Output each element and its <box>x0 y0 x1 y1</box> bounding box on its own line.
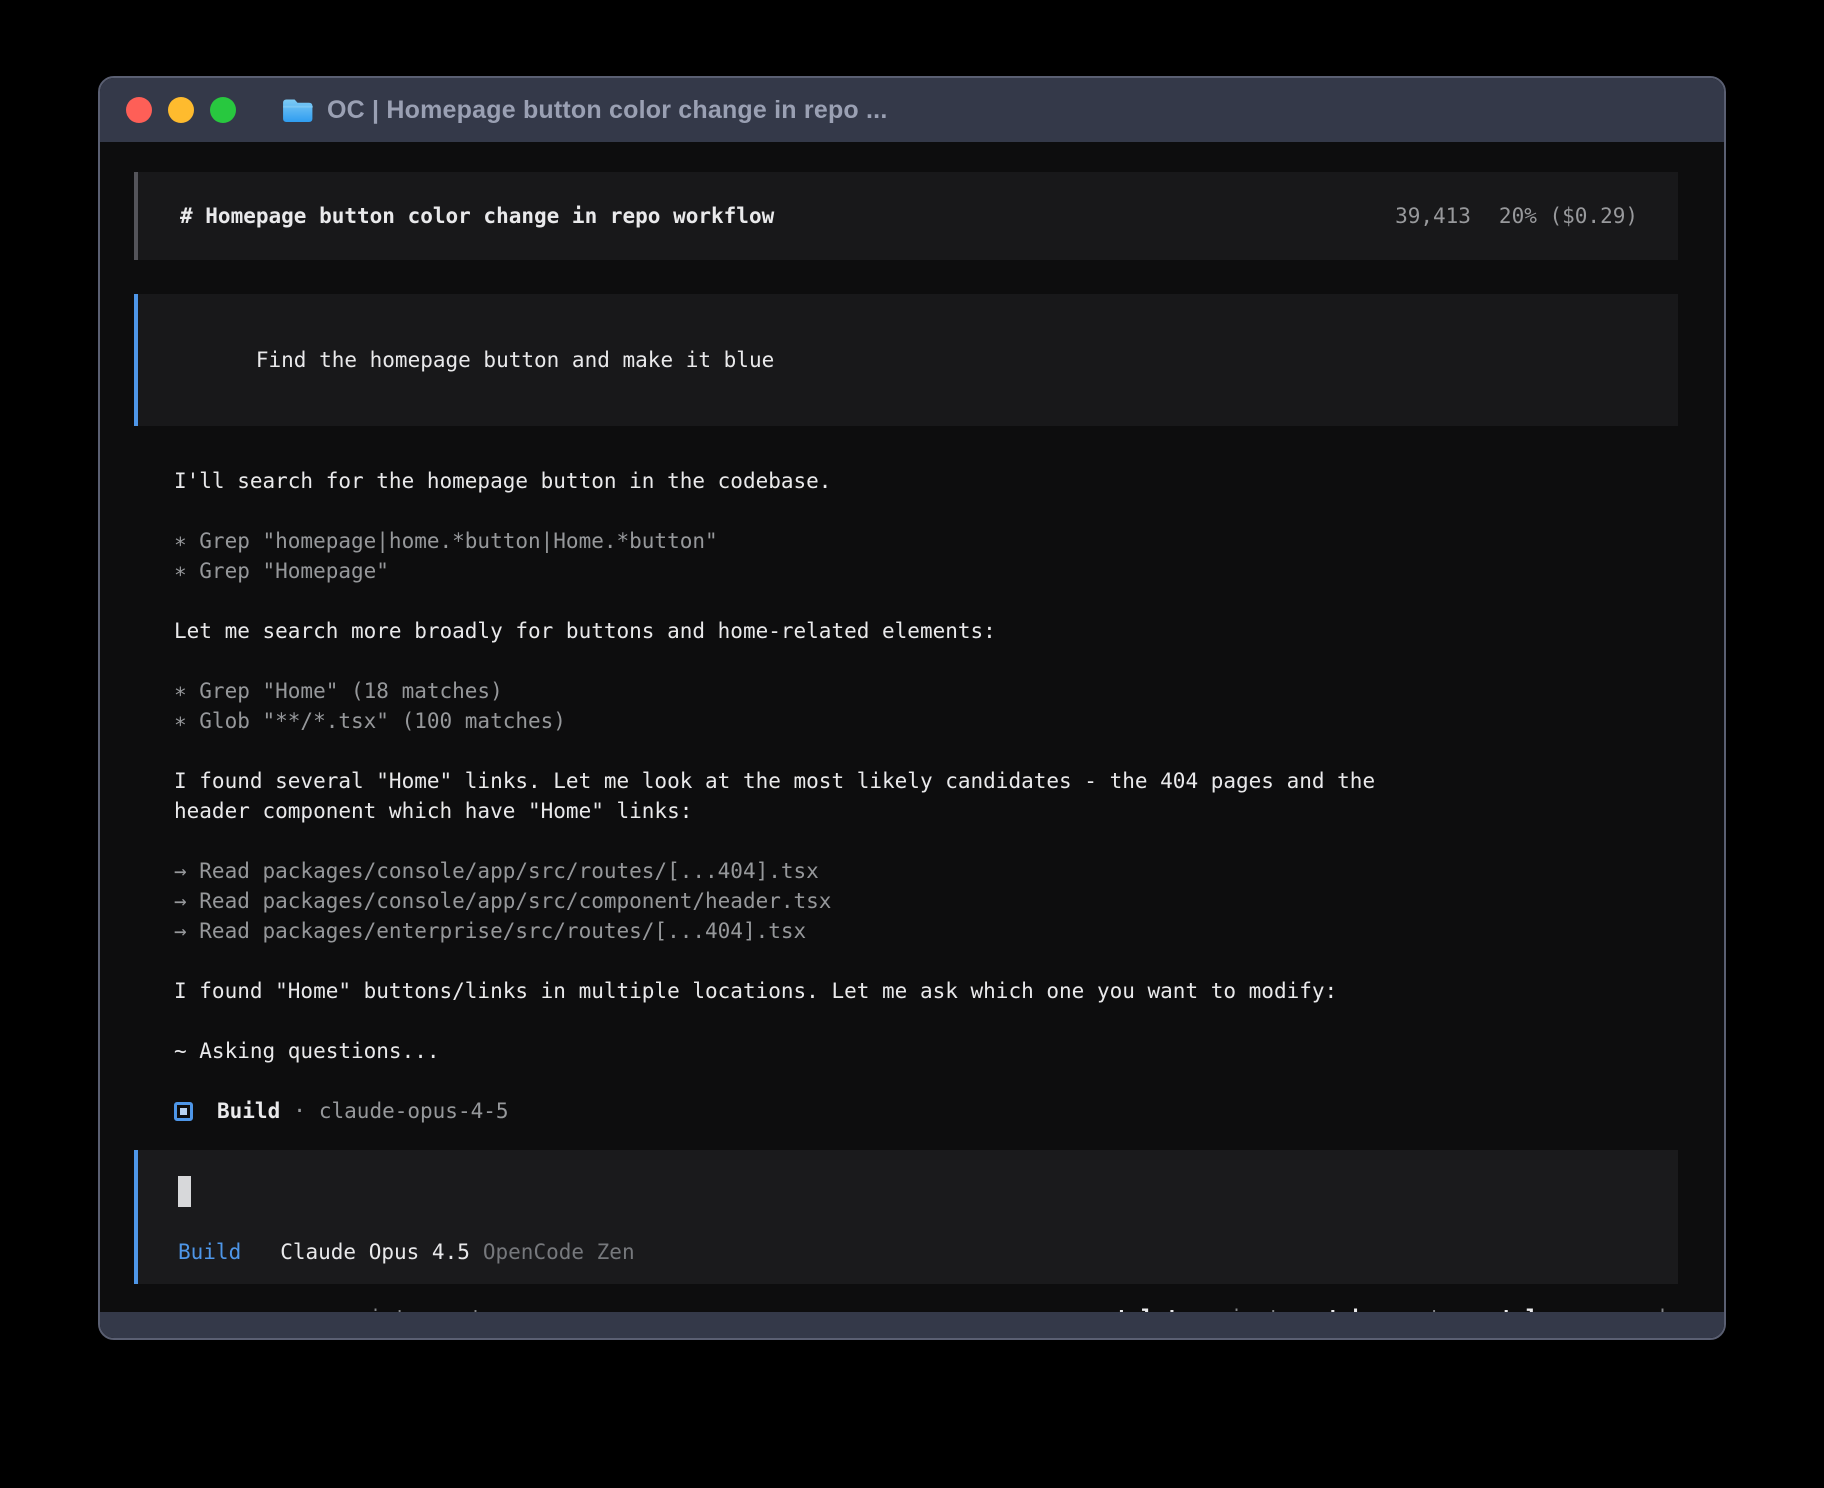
spacer <box>174 1006 1678 1036</box>
titlebar: OC | Homepage button color change in rep… <box>100 78 1724 142</box>
agent-name: Build <box>217 1096 280 1126</box>
context-usage: 20% ($0.29) <box>1499 204 1638 228</box>
terminal-content: # Homepage button color change in repo w… <box>100 142 1724 1316</box>
agent-model: claude-opus-4-5 <box>319 1096 509 1126</box>
terminal-window: OC | Homepage button color change in rep… <box>98 76 1726 1340</box>
tool-call-read: → Read packages/console/app/src/routes/[… <box>174 856 1678 886</box>
spacer <box>174 646 1678 676</box>
spacer <box>174 826 1678 856</box>
token-count: 39,413 <box>1395 204 1471 228</box>
agent-separator: · <box>280 1096 319 1126</box>
window-bottom-bar <box>100 1312 1724 1338</box>
assistant-text-line: I found "Home" buttons/links in multiple… <box>174 976 1678 1006</box>
assistant-text-line: I found several "Home" links. Let me loo… <box>174 766 1678 796</box>
assistant-text-line: I'll search for the homepage button in t… <box>174 466 1678 496</box>
spacer <box>174 586 1678 616</box>
tool-call-read: → Read packages/enterprise/src/routes/[.… <box>174 916 1678 946</box>
user-message: Find the homepage button and make it blu… <box>134 294 1678 426</box>
window-title: OC | Homepage button color change in rep… <box>327 96 887 125</box>
session-title: # Homepage button color change in repo w… <box>180 204 774 228</box>
tool-call-read: → Read packages/console/app/src/componen… <box>174 886 1678 916</box>
assistant-text-line: header component which have "Home" links… <box>174 796 1678 826</box>
agent-status-row: Build · claude-opus-4-5 <box>174 1096 1678 1126</box>
composer-footer: Build Claude Opus 4.5 OpenCode Zen <box>178 1240 1638 1264</box>
tool-call-glob: ∗ Glob "**/*.tsx" (100 matches) <box>174 706 1678 736</box>
spacer <box>174 496 1678 526</box>
asking-questions-status: ~ Asking questions... <box>174 1036 1678 1066</box>
user-message-text: Find the homepage button and make it blu… <box>256 348 774 372</box>
folder-icon <box>282 98 313 123</box>
agent-build-icon <box>174 1102 193 1121</box>
spacer <box>174 946 1678 976</box>
text-cursor <box>178 1176 191 1207</box>
composer-mode: Build <box>178 1240 241 1264</box>
assistant-transcript: I'll search for the homepage button in t… <box>134 466 1678 1126</box>
tool-call-grep: ∗ Grep "Home" (18 matches) <box>174 676 1678 706</box>
composer-provider: OpenCode Zen <box>483 1240 635 1264</box>
prompt-input[interactable]: Build Claude Opus 4.5 OpenCode Zen <box>134 1150 1678 1284</box>
tool-call-grep: ∗ Grep "homepage|home.*button|Home.*butt… <box>174 526 1678 556</box>
close-button[interactable] <box>126 97 152 123</box>
session-meta: 39,413 20% ($0.29) <box>1395 204 1638 228</box>
spacer <box>174 736 1678 766</box>
minimize-button[interactable] <box>168 97 194 123</box>
spacer <box>174 1066 1678 1096</box>
session-header: # Homepage button color change in repo w… <box>134 172 1678 260</box>
composer-model: Claude Opus 4.5 <box>280 1240 470 1264</box>
traffic-lights <box>126 97 236 123</box>
tool-call-grep: ∗ Grep "Homepage" <box>174 556 1678 586</box>
zoom-button[interactable] <box>210 97 236 123</box>
assistant-text-line: Let me search more broadly for buttons a… <box>174 616 1678 646</box>
